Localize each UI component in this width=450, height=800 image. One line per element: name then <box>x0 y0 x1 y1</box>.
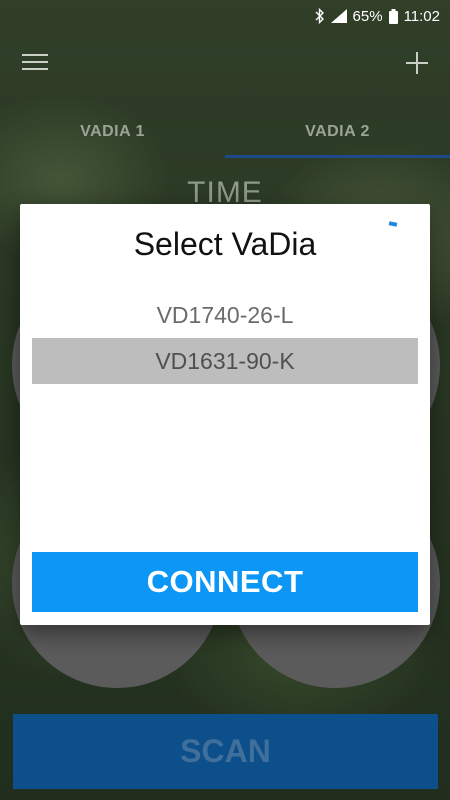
signal-icon <box>330 9 347 23</box>
connect-button[interactable]: CONNECT <box>32 552 418 612</box>
scan-button[interactable]: SCAN <box>13 714 438 789</box>
tab-vadia-1[interactable]: VADIA 1 <box>0 105 225 160</box>
device-list: VD1740-26-L VD1631-90-K <box>32 292 418 384</box>
select-device-dialog: Select VaDia VD1740-26-L VD1631-90-K CON… <box>20 204 430 625</box>
status-bar: 65% 11:02 <box>0 0 450 32</box>
tab-bar: VADIA 1 VADIA 2 <box>0 105 450 160</box>
hamburger-menu-icon[interactable] <box>22 54 48 76</box>
clock: 11:02 <box>403 7 440 25</box>
tab-vadia-2[interactable]: VADIA 2 <box>225 105 450 160</box>
device-item-vd1740-26-l[interactable]: VD1740-26-L <box>32 292 418 338</box>
app-bar <box>0 32 450 98</box>
battery-percentage: 65% <box>352 7 383 25</box>
bluetooth-icon <box>315 8 325 24</box>
device-item-vd1631-90-k[interactable]: VD1631-90-K <box>32 338 418 384</box>
add-device-icon[interactable] <box>406 52 428 74</box>
battery-icon <box>388 8 398 24</box>
dialog-title: Select VaDia <box>133 226 317 262</box>
